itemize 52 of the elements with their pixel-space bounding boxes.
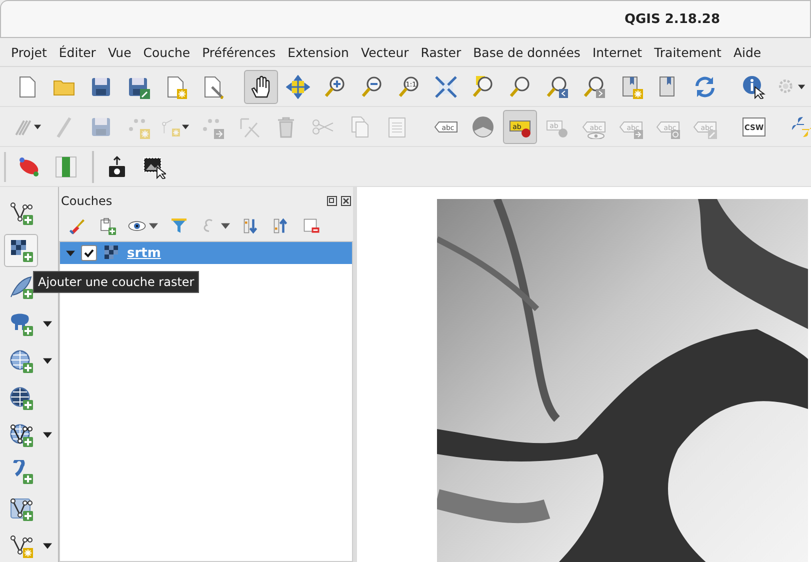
panel-title: Couches <box>61 194 112 208</box>
menu-item[interactable]: Vecteur <box>354 42 415 62</box>
layer-name: srtm <box>127 246 161 260</box>
filter-icon <box>170 217 188 235</box>
refresh-icon <box>693 74 717 98</box>
float-icon[interactable] <box>327 196 337 206</box>
info-icon <box>742 74 766 98</box>
window-title: QGIS 2.18.28 <box>624 12 720 26</box>
menu-item[interactable]: Vue <box>102 42 138 62</box>
globe-icon <box>9 386 33 410</box>
menu-item[interactable]: Raster <box>414 42 468 62</box>
zoom-out-icon <box>360 74 384 98</box>
raster-layer-icon <box>9 238 33 262</box>
menu-item[interactable]: Aide <box>727 42 768 62</box>
add-group-icon <box>98 217 116 235</box>
menu-item[interactable]: Couche <box>137 42 196 62</box>
screenshot-icon <box>142 154 166 178</box>
virtual-layer-icon <box>9 496 33 521</box>
toolbar-button[interactable] <box>244 70 278 104</box>
expand-arrows-icon <box>434 74 458 98</box>
menu-item[interactable]: Extension <box>282 42 355 62</box>
rectangle-icon <box>54 154 78 178</box>
raster-layer-icon <box>103 244 121 262</box>
toolbar-button[interactable] <box>4 234 38 267</box>
expand-all-icon <box>242 217 260 235</box>
layer-checkbox[interactable] <box>81 245 97 261</box>
move-arrows-icon <box>286 74 310 98</box>
magnifier-icon <box>508 74 532 98</box>
menu-item[interactable]: Internet <box>586 42 648 62</box>
ellipse-icon <box>17 154 41 178</box>
magnifier-icon <box>545 74 569 98</box>
menu-item[interactable]: Projet <box>5 42 53 62</box>
menu-item[interactable]: Base de données <box>467 42 586 62</box>
zoom-in-icon <box>323 74 347 98</box>
menu-item[interactable]: Éditer <box>52 42 102 62</box>
feather-icon <box>9 275 33 300</box>
magnifier-icon <box>471 74 495 98</box>
globe-icon <box>9 349 33 374</box>
globe-icon <box>9 422 33 447</box>
magnifier-icon <box>582 74 606 98</box>
remove-layer-icon <box>302 217 320 235</box>
pie-chart-icon <box>471 114 495 138</box>
expand-arrow-icon[interactable] <box>66 248 75 258</box>
menu-item[interactable]: Traitement <box>648 42 728 62</box>
menu-item[interactable]: Préférences <box>196 42 282 62</box>
collapse-all-icon <box>272 217 290 235</box>
vector-layer-icon <box>9 534 33 558</box>
close-icon[interactable] <box>341 196 351 206</box>
tooltip: Ajouter une couche raster <box>33 271 200 293</box>
vector-layer-icon <box>9 201 33 226</box>
check-icon <box>83 247 95 259</box>
brush-icon <box>68 217 86 235</box>
